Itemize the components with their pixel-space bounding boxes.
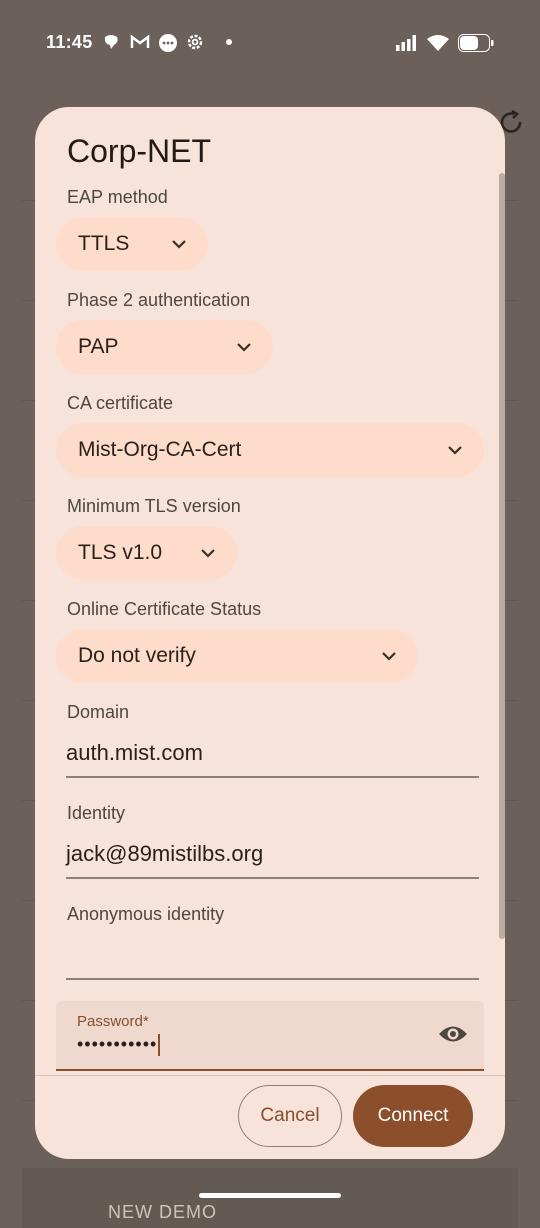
domain-label: Domain bbox=[67, 702, 130, 722]
min-tls-dropdown[interactable]: TLS v1.0 bbox=[56, 526, 237, 580]
eap-method-value: TTLS bbox=[78, 232, 130, 255]
password-label: Password* bbox=[77, 1013, 149, 1030]
anon-identity-label: Anonymous identity bbox=[67, 904, 225, 924]
eap-method-dropdown[interactable]: TTLS bbox=[56, 217, 208, 271]
connect-button[interactable]: Connect bbox=[353, 1085, 473, 1147]
messages-icon bbox=[158, 33, 177, 52]
ca-cert-dropdown[interactable]: Mist-Org-CA-Cert bbox=[56, 423, 484, 477]
gmail-icon bbox=[130, 33, 150, 51]
chevron-down-icon bbox=[380, 647, 398, 665]
home-indicator[interactable] bbox=[199, 1193, 341, 1198]
wifi-icon bbox=[426, 34, 450, 57]
eye-icon[interactable] bbox=[438, 1023, 468, 1045]
identity-field[interactable]: jack@89mistilbs.org bbox=[66, 833, 479, 879]
dialog-title: Corp-NET bbox=[67, 133, 212, 169]
battery-icon bbox=[458, 34, 494, 57]
phase2-value: PAP bbox=[78, 335, 119, 358]
password-field[interactable]: Password* ••••••••••• bbox=[56, 1001, 484, 1071]
chevron-down-icon bbox=[170, 235, 188, 253]
signal-icon bbox=[396, 35, 418, 56]
settings-icon bbox=[186, 33, 204, 51]
phase2-label: Phase 2 authentication bbox=[67, 290, 251, 310]
dot-icon bbox=[226, 39, 232, 45]
chevron-down-icon bbox=[235, 338, 253, 356]
ca-cert-label: CA certificate bbox=[67, 393, 174, 413]
chat-bubble-icon bbox=[102, 33, 120, 51]
wifi-config-dialog: Corp-NET EAP method TTLS Phase 2 authent… bbox=[35, 107, 505, 1159]
cancel-button[interactable]: Cancel bbox=[238, 1085, 342, 1147]
background-network-name: NEW DEMO bbox=[108, 1202, 217, 1222]
chevron-down-icon bbox=[446, 441, 464, 459]
ocsp-label: Online Certificate Status bbox=[67, 599, 262, 619]
ca-cert-value: Mist-Org-CA-Cert bbox=[78, 438, 242, 461]
clock: 11:45 bbox=[46, 32, 93, 52]
background-list-item bbox=[22, 1168, 518, 1228]
chevron-down-icon bbox=[199, 544, 217, 562]
ocsp-dropdown[interactable]: Do not verify bbox=[56, 629, 418, 683]
identity-value: jack@89mistilbs.org bbox=[66, 841, 264, 866]
phase2-dropdown[interactable]: PAP bbox=[56, 320, 273, 374]
password-value: ••••••••••• bbox=[77, 1034, 161, 1057]
status-bar: 11:45 bbox=[0, 0, 540, 88]
ocsp-value: Do not verify bbox=[78, 644, 196, 667]
notification-icons bbox=[102, 33, 232, 52]
eap-method-label: EAP method bbox=[67, 187, 168, 207]
domain-field[interactable]: auth.mist.com bbox=[66, 732, 479, 778]
action-divider bbox=[35, 1075, 505, 1076]
system-icons bbox=[396, 34, 494, 57]
min-tls-label: Minimum TLS version bbox=[67, 496, 241, 516]
scrollbar[interactable] bbox=[499, 173, 505, 939]
min-tls-value: TLS v1.0 bbox=[78, 541, 163, 564]
domain-value: auth.mist.com bbox=[66, 740, 203, 765]
identity-label: Identity bbox=[67, 803, 126, 823]
anon-identity-field[interactable] bbox=[66, 934, 479, 980]
text-cursor bbox=[158, 1034, 161, 1057]
